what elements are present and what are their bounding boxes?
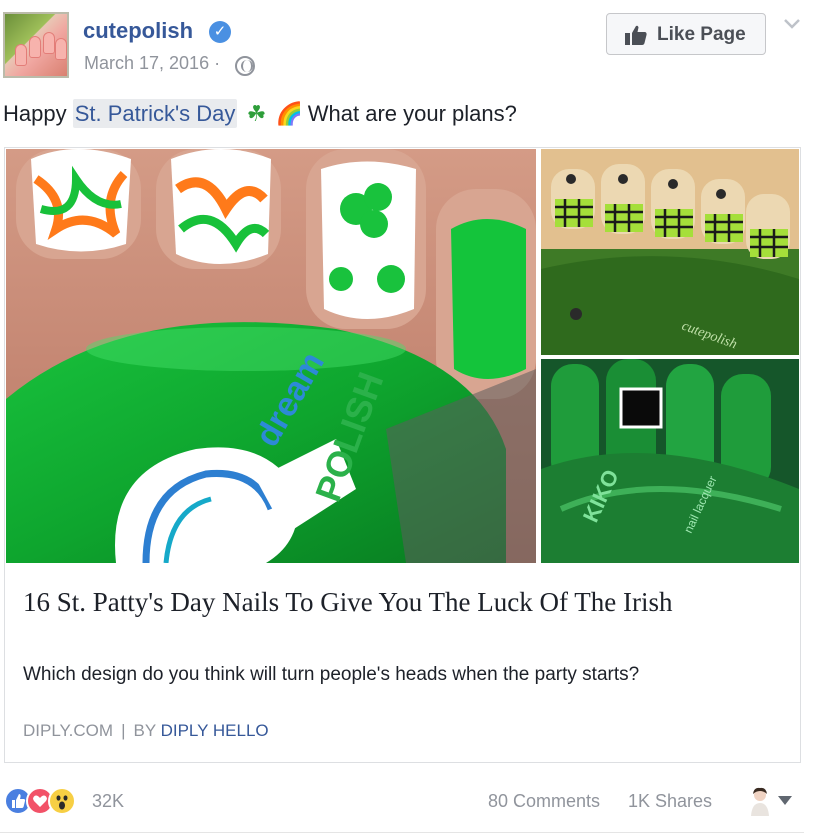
hashtag-link[interactable]: St. Patrick's Day xyxy=(72,99,238,128)
post-message: Happy St. Patrick's Day ☘ 🌈 What are you… xyxy=(3,99,517,128)
verified-badge-icon: ✓ xyxy=(209,21,231,43)
page-avatar[interactable] xyxy=(3,12,69,78)
plaid-nails-art: cutepolish xyxy=(541,149,799,355)
message-text-after: What are your plans? xyxy=(301,101,517,126)
source-domain: DIPLY.COM xyxy=(23,721,114,740)
thumbs-up-icon xyxy=(625,25,647,45)
glitter-nails-art: KIKO nail lacquer xyxy=(541,359,799,563)
main-nail-photo-art: dream POLISH xyxy=(6,149,536,563)
author-link[interactable]: DIPLY HELLO xyxy=(161,721,269,740)
glitter-nails-photo[interactable]: KIKO nail lacquer xyxy=(541,359,799,563)
plaid-nails-photo[interactable]: cutepolish xyxy=(541,149,799,355)
like-page-label: Like Page xyxy=(657,24,746,45)
source-separator: | xyxy=(121,721,126,740)
reaction-count[interactable]: 32K xyxy=(92,791,124,812)
footer-divider xyxy=(0,832,804,833)
link-source: DIPLY.COM | BY DIPLY HELLO xyxy=(23,721,269,741)
page-name-link[interactable]: cutepolish xyxy=(83,18,193,44)
by-label: BY xyxy=(133,721,161,740)
main-nail-photo[interactable]: dream POLISH xyxy=(6,149,536,563)
globe-icon[interactable] xyxy=(235,56,255,76)
post-date[interactable]: March 17, 2016 · xyxy=(84,53,220,74)
link-preview-card[interactable]: dream POLISH cutepolish KIKO nail lacque… xyxy=(4,147,801,763)
facebook-post: cutepolish ✓ March 17, 2016 · Like Page … xyxy=(0,0,828,840)
link-title[interactable]: 16 St. Patty's Day Nails To Give You The… xyxy=(23,585,783,620)
caret-down-icon[interactable] xyxy=(778,796,792,805)
link-description: Which design do you think will turn peop… xyxy=(23,664,640,685)
date-separator: · xyxy=(214,53,221,73)
rainbow-emoji: 🌈 xyxy=(275,101,304,126)
comments-count-link[interactable]: 80 Comments xyxy=(488,791,600,812)
viewer-avatar[interactable] xyxy=(748,786,772,816)
like-page-button[interactable]: Like Page xyxy=(606,13,766,55)
shamrock-emoji: ☘ xyxy=(246,101,267,126)
chevron-down-icon[interactable] xyxy=(782,14,802,34)
post-date-text[interactable]: March 17, 2016 xyxy=(84,53,209,73)
wow-reaction-icon xyxy=(48,787,76,815)
shares-count-link[interactable]: 1K Shares xyxy=(628,791,712,812)
message-text-before: Happy xyxy=(3,101,73,126)
reactions-summary[interactable] xyxy=(4,787,94,817)
